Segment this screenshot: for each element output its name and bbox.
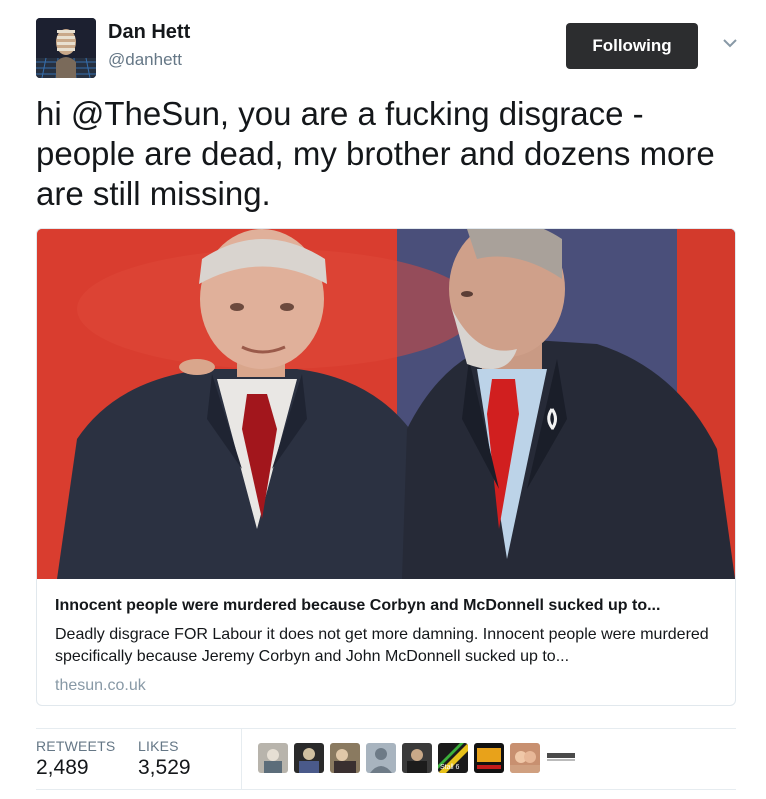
author-avatar[interactable] [36,18,96,78]
card-photo[interactable] [37,229,735,579]
liker-avatar-6[interactable]: Stall 6 [438,743,468,773]
liker-avatar-8[interactable] [510,743,540,773]
tweet-stats: RETWEETS 2,489 LIKES 3,529 Stall 6 [36,728,736,790]
liker-avatar-1[interactable] [258,743,288,773]
card-title[interactable]: Innocent people were murdered because Co… [55,595,719,617]
liker-avatar-2[interactable] [294,743,324,773]
liker-avatar-5[interactable] [402,743,432,773]
likes-label: LIKES [138,738,179,754]
link-card[interactable]: Innocent people were murdered because Co… [36,228,736,706]
liker-avatar-9[interactable] [546,743,576,773]
author-name[interactable]: Dan Hett [108,21,190,44]
author-avatar-image [36,18,96,78]
retweets-label: RETWEETS [36,738,116,754]
card-domain[interactable]: thesun.co.uk [55,677,719,695]
liker-avatar-7[interactable] [474,743,504,773]
retweets-count: 2,489 [36,756,89,779]
liker-avatar-6-text: Stall 6 [440,764,460,771]
author-handle[interactable]: @danhett [108,50,182,70]
likes-stat[interactable]: LIKES 3,529 [138,738,191,780]
likes-count: 3,529 [138,756,191,779]
liker-avatar-4[interactable] [366,743,396,773]
chevron-down-icon[interactable] [720,36,740,50]
stats-divider [241,729,242,789]
following-button[interactable]: Following [566,23,698,69]
card-description: Deadly disgrace FOR Labour it does not g… [55,626,709,665]
tweet-header: Dan Hett @danhett Following [36,18,746,78]
retweets-stat[interactable]: RETWEETS 2,489 [36,738,115,780]
tweet-text: hi @TheSun, you are a fucking disgrace -… [36,95,715,212]
liker-avatar-3[interactable] [330,743,360,773]
